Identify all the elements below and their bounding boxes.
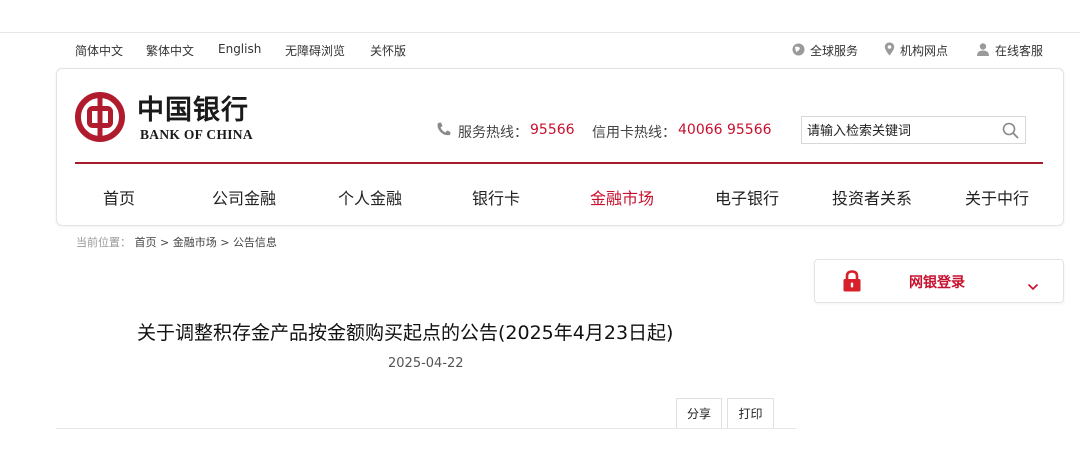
lang-simplified[interactable]: 简体中文	[75, 42, 123, 59]
nav-bank-card[interactable]: 银行卡	[472, 185, 520, 209]
print-button[interactable]: 打印	[727, 398, 774, 428]
article-date: 2025-04-22	[388, 356, 464, 371]
nav-investor-relations[interactable]: 投资者关系	[832, 185, 912, 209]
brand-name-en: BANK OF CHINA	[140, 127, 253, 142]
breadcrumb-home[interactable]: 首页	[135, 236, 157, 249]
branches-link[interactable]: 机构网点	[884, 42, 948, 59]
lock-icon	[843, 270, 861, 296]
ebank-login-label: 网银登录	[909, 275, 965, 291]
lang-english[interactable]: English	[218, 42, 261, 56]
brand-name-cn: 中国银行	[137, 95, 249, 126]
boc-logo-icon[interactable]	[75, 92, 125, 142]
nav-corporate-banking[interactable]: 公司金融	[212, 185, 276, 209]
header-red-divider	[75, 162, 1043, 164]
breadcrumb-section[interactable]: 金融市场	[173, 236, 217, 249]
branches-label: 机构网点	[900, 44, 949, 58]
online-service-link[interactable]: 在线客服	[976, 42, 1043, 59]
service-hotline-number: 95566	[530, 122, 575, 138]
customer-service-icon	[976, 42, 990, 59]
search-icon[interactable]	[1002, 122, 1019, 143]
search-box	[801, 116, 1026, 144]
location-pin-icon	[884, 42, 895, 59]
share-button[interactable]: 分享	[676, 398, 722, 428]
globe-icon	[792, 43, 805, 59]
phone-icon	[436, 122, 453, 141]
accessibility-link[interactable]: 无障碍浏览	[285, 42, 345, 59]
breadcrumb-separator: >	[160, 236, 170, 249]
ebank-login-button[interactable]: 网银登录	[814, 259, 1064, 303]
chevron-down-icon	[1027, 276, 1039, 295]
nav-e-banking[interactable]: 电子银行	[715, 185, 779, 209]
nav-about-boc[interactable]: 关于中行	[965, 185, 1029, 209]
lang-traditional[interactable]: 繁体中文	[146, 42, 194, 59]
global-service-label: 全球服务	[810, 44, 859, 58]
article-divider	[56, 428, 796, 429]
top-divider	[0, 32, 1080, 33]
card-hotline-label: 信用卡热线：	[592, 125, 676, 141]
breadcrumb-separator: >	[220, 236, 230, 249]
online-service-label: 在线客服	[995, 44, 1044, 58]
nav-personal-banking[interactable]: 个人金融	[338, 185, 402, 209]
search-input[interactable]	[807, 122, 992, 140]
service-hotline-label: 服务热线：	[458, 125, 528, 141]
breadcrumb: 当前位置： 首页 > 金融市场 > 公告信息	[76, 234, 277, 250]
article-title: 关于调整积存金产品按金额购买起点的公告(2025年4月23日起)	[137, 322, 674, 344]
nav-home[interactable]: 首页	[103, 185, 135, 209]
breadcrumb-current[interactable]: 公告信息	[233, 236, 277, 249]
breadcrumb-prefix: 当前位置：	[76, 236, 131, 249]
card-hotline-number: 40066 95566	[678, 122, 772, 138]
global-service-link[interactable]: 全球服务	[792, 42, 858, 59]
nav-financial-markets[interactable]: 金融市场	[590, 185, 654, 209]
care-mode-link[interactable]: 关怀版	[370, 42, 406, 59]
